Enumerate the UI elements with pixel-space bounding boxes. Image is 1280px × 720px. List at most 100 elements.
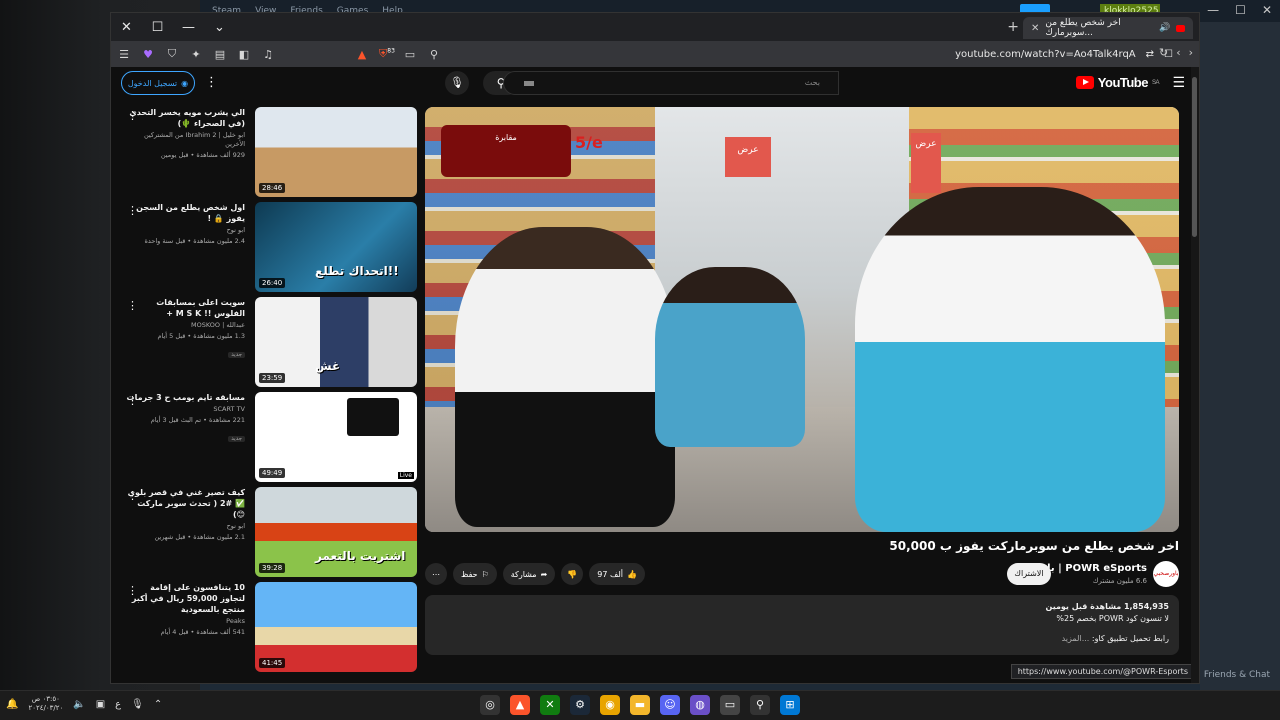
site-settings-icon[interactable]: ⇄ [1146, 49, 1154, 60]
recommendation-thumbnail[interactable]: 49:49 Live [255, 392, 417, 482]
recommendation-item[interactable]: 41:45 10 يتنافسون على إقامة لتجاوز 59,00… [121, 582, 417, 677]
scrollbar-thumb[interactable] [1192, 77, 1197, 237]
minimize-icon[interactable]: — [1207, 3, 1219, 17]
steam-window-controls: — ☐ ✕ [1207, 3, 1272, 17]
youtube-header: تسجيل الدخول ◉ ⋮ 🎙 ⚲ بحث YouTube SA ☰ [111, 67, 1199, 101]
tray-overflow-icon[interactable]: ⌃ [154, 699, 162, 710]
video-duration: 23:59 [259, 373, 286, 383]
recommendation-thumbnail[interactable]: اشتريت بالتعمر 39:28 [255, 487, 417, 577]
account-icon: ◉ [181, 78, 189, 88]
recommendation-title[interactable]: كيف تصير غني في قصر بلوي ✅ #2 ( تحدث سوب… [123, 487, 245, 520]
save-button[interactable]: حفظ ⚐ [453, 563, 497, 585]
back-icon[interactable]: › [1189, 46, 1193, 59]
search-taskbar-icon[interactable]: ⚲ [750, 695, 770, 715]
dislike-button[interactable]: 👎 [561, 563, 584, 585]
recommendation-thumbnail[interactable]: 41:45 [255, 582, 417, 672]
puzzle-icon[interactable]: ✦ [189, 48, 203, 61]
friends-chat-button[interactable]: Friends & Chat [1204, 670, 1270, 680]
chrome-icon[interactable]: ◉ [600, 695, 620, 715]
discord-icon[interactable]: ☺ [660, 695, 680, 715]
steam-icon[interactable]: ⚙ [570, 695, 590, 715]
reading-list-icon[interactable]: ▤ [213, 48, 227, 61]
channel-name[interactable]: POWR eSports | باور [1035, 563, 1147, 574]
recommendation-title[interactable]: الي يشرب مويه يخسر التحدي (في الصحراء 🌵) [123, 107, 245, 129]
like-button[interactable]: 97 ألف 👍 [589, 563, 645, 585]
brave-rewards-icon[interactable]: ▲ [355, 48, 369, 61]
video-player[interactable]: مقابرة 5/e عرض عرض [425, 107, 1179, 532]
youtube-logo[interactable]: YouTube SA [1075, 75, 1160, 90]
recommendation-item[interactable]: اشتريت بالتعمر 39:28 كيف تصير غني في قصر… [121, 487, 417, 582]
clock[interactable]: ٠٣:٥٠ ص ٢٠٢٤/٠٣/٢٠ [28, 695, 63, 713]
tab-close-icon[interactable]: ✕ [1031, 23, 1039, 34]
voice-search-button[interactable]: 🎙 [445, 71, 469, 95]
close-window-icon[interactable]: ✕ [111, 20, 142, 35]
notification-bell-icon[interactable]: 🔔 [6, 699, 18, 710]
tab-youtube[interactable]: ✕ اخر شخص يطلع من سوبرمارك... 🔊 [1023, 17, 1193, 39]
network-icon[interactable]: ▣ [96, 699, 105, 710]
recommendation-menu-icon[interactable]: ⋮ [127, 489, 138, 502]
video-duration: 28:46 [259, 183, 286, 193]
description-more-button[interactable]: ...المزيد [1062, 634, 1090, 643]
task-view-icon[interactable]: ▭ [720, 695, 740, 715]
brave-shields-icon[interactable]: ⛨83 [379, 47, 395, 61]
search-input[interactable]: بحث [503, 71, 839, 95]
recommendation-menu-icon[interactable]: ⋮ [127, 394, 138, 407]
app-game-icon[interactable]: ◎ [480, 695, 500, 715]
audio-icon[interactable]: 🔊 [1159, 23, 1170, 33]
recommendation-menu-icon[interactable]: ⋮ [127, 204, 138, 217]
recommendation-title[interactable]: مسابقه تايم بومب ح 3 جرمات [123, 392, 245, 403]
xbox-icon[interactable]: ✕ [540, 695, 560, 715]
recommendation-thumbnail[interactable]: 28:46 [255, 107, 417, 197]
address-bar[interactable]: youtube.com/watch?v=Ao4Talk4rqA ⇄ ☐ [411, 45, 1173, 63]
music-icon[interactable]: ♫ [261, 48, 275, 61]
recommendation-item[interactable]: 49:49 Live مسابقه تايم بومب ح 3 جرمات SC… [121, 392, 417, 487]
page-scrollbar[interactable] [1191, 67, 1199, 683]
microphone-icon[interactable]: 🎙 [131, 699, 144, 710]
sign-in-button[interactable]: تسجيل الدخول ◉ [121, 71, 195, 95]
recommendation-title[interactable]: سويت اعلى بمسابقات الفلوس !! M S K + [123, 297, 245, 319]
channel-avatar[interactable]: باورصحبي [1153, 561, 1179, 587]
minimize-window-icon[interactable]: — [173, 20, 204, 35]
recommendation-channel: SCART TV [213, 405, 245, 413]
windows-start-icon[interactable]: ⊞ [780, 695, 800, 715]
side-panel-icon[interactable]: ◧ [237, 48, 251, 61]
settings-kebab-icon[interactable]: ⋮ [205, 75, 218, 90]
maximize-window-icon[interactable]: ☐ [142, 20, 173, 35]
maximize-icon[interactable]: ☐ [1235, 3, 1246, 17]
recommendation-thumbnail[interactable]: اتحداك تطلع!! 26:40 [255, 202, 417, 292]
forward-icon[interactable]: ‹ [1176, 46, 1180, 59]
volume-icon[interactable]: 🔈 [73, 699, 85, 710]
recommendation-title[interactable]: اول شخص يطلع من السجن يفوز 🔒 ! [123, 202, 245, 224]
thumbnail-caption: اتحداك تطلع!! [315, 264, 399, 278]
steam-side-panel [1200, 22, 1280, 690]
tab-list-icon[interactable]: ⌄ [204, 20, 235, 35]
new-tab-icon[interactable]: + [1007, 19, 1019, 35]
subscribe-button[interactable]: الاشتراك [1007, 563, 1051, 585]
sidebar-toggle-icon[interactable]: ☰ [117, 48, 131, 61]
recommendation-item[interactable]: 28:46 الي يشرب مويه يخسر التحدي (في الصح… [121, 107, 417, 202]
video-description[interactable]: 1,854,935 مشاهدة قبل يومين لا تنسون كود … [425, 595, 1179, 655]
recommendation-menu-icon[interactable]: ⋮ [127, 584, 138, 597]
shield-icon[interactable]: ⛉ [165, 47, 179, 61]
extension-purple-icon[interactable]: ♥ [141, 48, 155, 61]
recommendation-menu-icon[interactable]: ⋮ [127, 299, 138, 312]
more-actions-button[interactable]: ⋯ [425, 563, 447, 585]
recommendation-item[interactable]: اتحداك تطلع!! 26:40 اول شخص يطلع من السج… [121, 202, 417, 297]
menu-icon[interactable]: ☰ [1172, 75, 1185, 91]
description-line: لا تنسون كود POWR بخصم 25% [1056, 614, 1169, 623]
close-icon[interactable]: ✕ [1262, 3, 1272, 17]
url-text[interactable]: youtube.com/watch?v=Ao4Talk4rqA [955, 49, 1136, 60]
recommendation-channel: ابو خليل | Ibrahim 2 من المشتركين الأخري… [143, 131, 245, 148]
recommendation-menu-icon[interactable]: ⋮ [127, 109, 138, 122]
obs-icon[interactable]: ◍ [690, 695, 710, 715]
language-indicator[interactable]: ع [115, 699, 121, 710]
share-button[interactable]: مشاركة ➦ [502, 563, 556, 585]
recommendation-item[interactable]: غش 23:59 سويت اعلى بمسابقات الفلوس !! M … [121, 297, 417, 392]
file-explorer-icon[interactable]: ▬ [630, 695, 650, 715]
reload-icon[interactable]: ↻ [1159, 46, 1168, 59]
brave-browser-icon[interactable]: ▲ [510, 695, 530, 715]
recommendations-list: 28:46 الي يشرب مويه يخسر التحدي (في الصح… [121, 107, 417, 677]
recommendation-thumbnail[interactable]: غش 23:59 [255, 297, 417, 387]
recommendation-title[interactable]: 10 يتنافسون على إقامة لتجاوز 59,000 ريال… [123, 582, 245, 615]
view-count: 1,854,935 مشاهدة [1090, 602, 1169, 611]
